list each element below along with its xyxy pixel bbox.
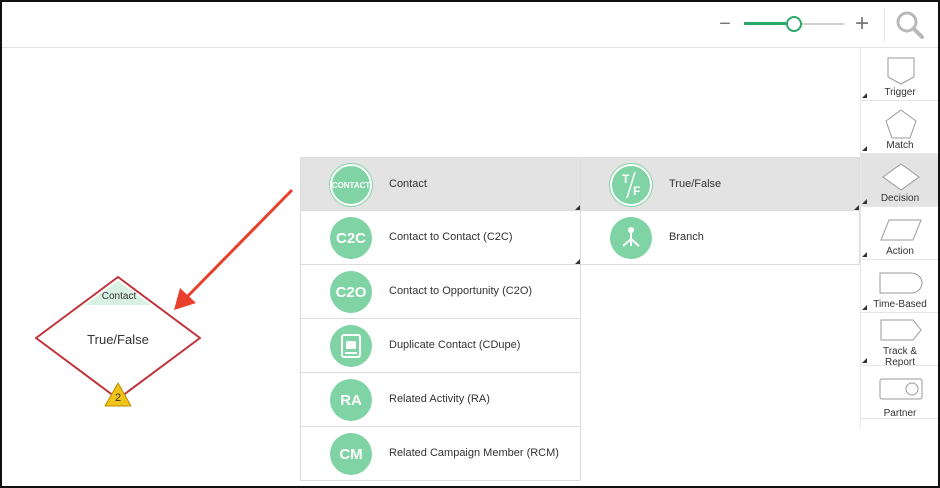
cm-badge-icon: CM [330, 433, 372, 475]
palette-item-time-based[interactable]: Time-Based [861, 260, 938, 313]
palette-item-label: Match [886, 140, 914, 151]
corner-indicator-icon [862, 146, 867, 151]
shape-palette: Trigger Match Decision Action Time-Based… [860, 48, 938, 428]
duplicate-contact-icon [330, 325, 372, 367]
menu-item-label: Contact to Contact (C2C) [389, 231, 513, 243]
submenu-item-branch[interactable]: Branch [581, 211, 860, 265]
menu-item-related-activity[interactable]: RA Related Activity (RA) [300, 373, 581, 427]
palette-item-label: Decision [880, 193, 920, 204]
palette-item-decision[interactable]: Decision [861, 154, 938, 207]
node-object-label: Contact [101, 291, 137, 302]
warning-count: 2 [114, 392, 122, 404]
corner-indicator-icon [862, 305, 867, 310]
submenu-indicator-icon [575, 259, 580, 264]
menu-item-label: Contact [389, 178, 427, 190]
menu-item-c2c[interactable]: C2C Contact to Contact (C2C) [300, 211, 581, 265]
menu-item-contact[interactable]: CONTACT Contact [300, 157, 581, 211]
toolbar-divider [884, 8, 885, 42]
app-frame: − + Contact True/False 2 CONTACT Contact… [0, 0, 940, 488]
true-false-icon: T F [610, 164, 652, 206]
zoom-slider-handle[interactable] [786, 16, 802, 32]
submenu-item-label: Branch [669, 231, 704, 243]
corner-indicator-icon [862, 93, 867, 98]
decision-node[interactable]: Contact True/False 2 [32, 274, 204, 414]
menu-item-related-campaign-member[interactable]: CM Related Campaign Member (RCM) [300, 427, 581, 481]
top-toolbar: − + [2, 2, 938, 48]
pentagon-icon [885, 109, 917, 139]
c2o-badge-icon: C2O [330, 271, 372, 313]
palette-item-label: Action [886, 246, 914, 257]
zoom-in-button[interactable]: + [852, 12, 872, 36]
diamond-icon [882, 163, 920, 191]
palette-item-label: Track & Report [861, 346, 938, 368]
arrow-tag-icon [880, 319, 922, 341]
corner-indicator-icon [862, 358, 867, 363]
branch-icon [610, 217, 652, 259]
menu-item-label: Related Campaign Member (RCM) [389, 447, 559, 459]
contact-badge-icon: CONTACT [330, 164, 372, 206]
toggle-shape-icon [879, 378, 923, 400]
palette-item-label: Time-Based [873, 299, 927, 310]
submenu-item-true-false[interactable]: T F True/False [581, 157, 860, 211]
zoom-out-button[interactable]: − [716, 14, 734, 34]
palette-item-label: Partner [883, 408, 917, 419]
submenu-item-label: True/False [669, 178, 722, 190]
corner-indicator-icon [862, 252, 867, 257]
palette-item-trigger[interactable]: Trigger [861, 48, 938, 101]
svg-text:T: T [622, 172, 630, 186]
menu-item-duplicate-contact[interactable]: Duplicate Contact (CDupe) [300, 319, 581, 373]
submenu-indicator-icon [854, 205, 859, 210]
menu-item-label: Duplicate Contact (CDupe) [389, 339, 521, 351]
menu-item-label: Contact to Opportunity (C2O) [389, 285, 533, 297]
corner-indicator-icon [862, 199, 867, 204]
c2c-badge-icon: C2C [330, 217, 372, 259]
svg-text:F: F [633, 184, 640, 198]
palette-item-action[interactable]: Action [861, 207, 938, 260]
delay-shape-icon [879, 272, 923, 294]
menu-item-label: Related Activity (RA) [389, 393, 490, 405]
node-title: True/False [87, 332, 149, 347]
trigger-shape-icon [887, 57, 915, 85]
zoom-slider[interactable] [744, 14, 844, 34]
search-icon [896, 11, 924, 39]
parallelogram-icon [880, 219, 922, 241]
palette-item-label-line1: Track & [882, 346, 918, 357]
palette-item-label: Trigger [884, 87, 916, 98]
palette-item-match[interactable]: Match [861, 101, 938, 154]
palette-item-partner[interactable]: Partner [861, 366, 938, 419]
ra-badge-icon: RA [330, 379, 372, 421]
search-button[interactable] [894, 10, 926, 40]
menu-item-c2o[interactable]: C2O Contact to Opportunity (C2O) [300, 265, 581, 319]
palette-item-track-report[interactable]: Track & Report [861, 313, 938, 368]
submenu-indicator-icon [575, 205, 580, 210]
